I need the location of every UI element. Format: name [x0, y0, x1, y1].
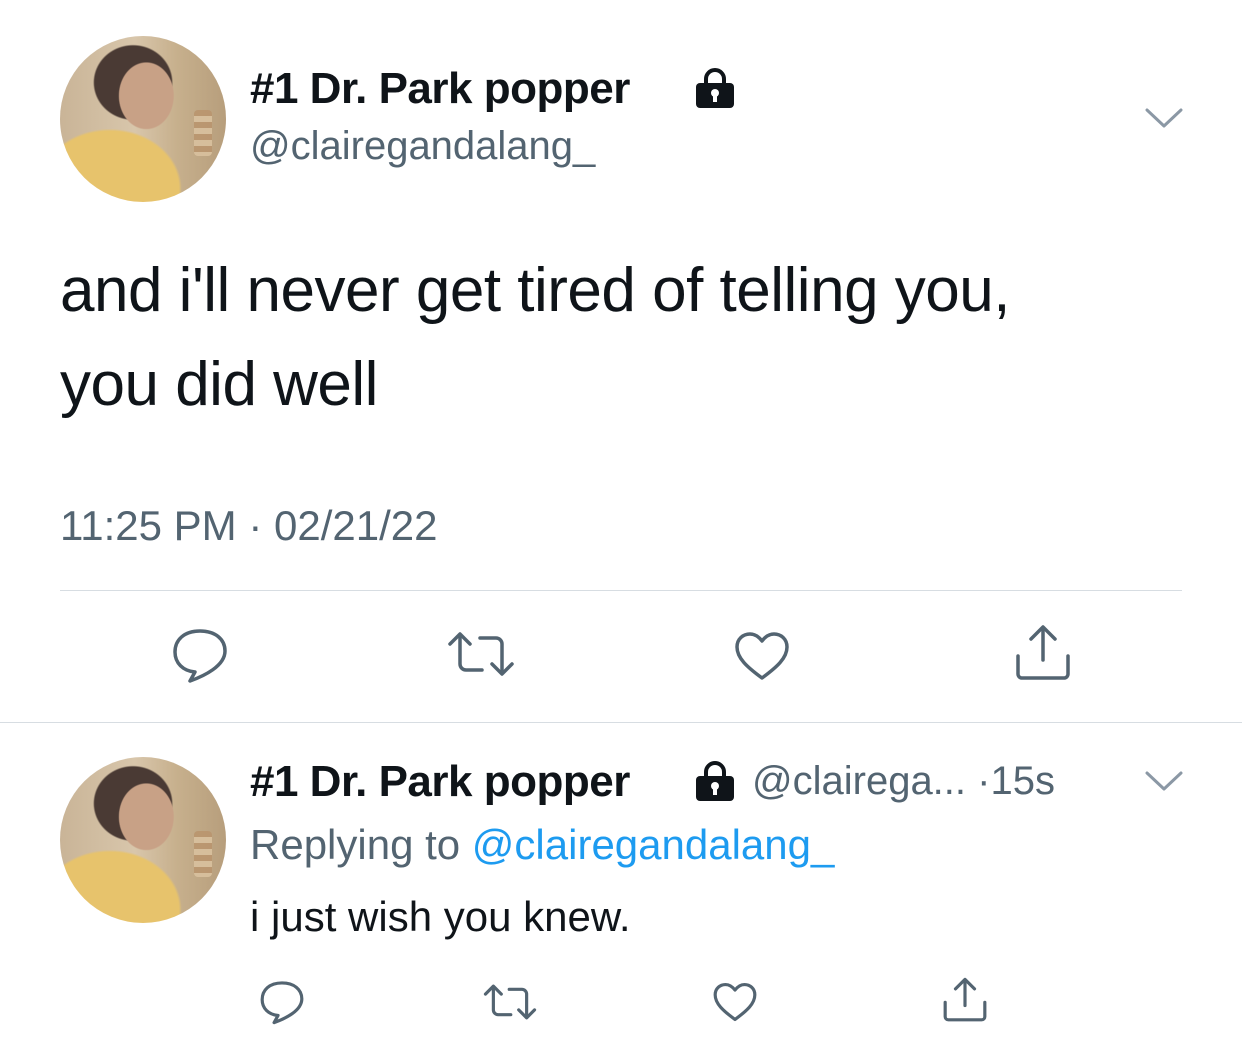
retweet-button[interactable]	[446, 630, 516, 678]
reply-tweet[interactable]: #1 Dr. Park popper @clairega... ·15s Rep…	[0, 723, 1242, 1055]
display-name[interactable]: #1 Dr. Park popper	[250, 64, 630, 113]
meta-separator: ·	[248, 502, 263, 549]
share-button[interactable]	[1014, 624, 1072, 682]
lock-icon	[692, 68, 738, 115]
reply-icon	[173, 629, 227, 683]
chevron-down-icon[interactable]	[1144, 104, 1184, 132]
meta-separator: ·	[977, 759, 991, 803]
reply-meta: @clairega... ·15s	[752, 759, 1055, 804]
author-name[interactable]: #1 Dr. Park popper	[250, 64, 630, 114]
avatar[interactable]	[60, 757, 226, 923]
avatar[interactable]	[60, 36, 226, 202]
tweet-text-line: and i'll never get tired of telling you,	[60, 256, 1010, 325]
main-tweet: #1 Dr. Park popper @clairegandalang_ and…	[0, 0, 1242, 722]
replying-to: Replying to @clairegandalang_	[250, 821, 834, 869]
chevron-down-icon[interactable]	[1144, 767, 1184, 795]
tweet-time: 11:25 PM	[60, 502, 237, 549]
share-icon	[1016, 625, 1070, 680]
replying-to-handle[interactable]: @clairegandalang_	[472, 821, 835, 868]
divider	[60, 590, 1182, 591]
like-icon	[735, 632, 789, 680]
retweet-icon	[448, 632, 514, 676]
retweet-button[interactable]	[482, 983, 538, 1021]
tweet-date: 02/21/22	[274, 502, 438, 549]
replying-to-label: Replying to	[250, 821, 461, 868]
like-button[interactable]	[733, 630, 791, 682]
tweet-age[interactable]: 15s	[990, 759, 1055, 803]
reply-icon	[260, 981, 304, 1025]
tweet-timestamp[interactable]: 11:25 PM · 02/21/22	[60, 502, 438, 550]
reply-button[interactable]	[170, 626, 230, 684]
reply-button[interactable]	[258, 979, 306, 1025]
like-icon	[713, 982, 757, 1022]
retweet-icon	[483, 984, 537, 1020]
tweet-text: i just wish you knew.	[250, 893, 631, 940]
tweet-text: and i'll never get tired of telling you,…	[60, 244, 1180, 432]
display-name[interactable]: #1 Dr. Park popper	[250, 757, 630, 807]
share-icon	[943, 977, 987, 1022]
author-handle[interactable]: @clairega...	[752, 759, 966, 803]
like-button[interactable]	[712, 981, 758, 1023]
lock-icon	[692, 761, 738, 808]
share-button[interactable]	[942, 977, 988, 1023]
author-handle[interactable]: @clairegandalang_	[250, 124, 595, 169]
tweet-text-line: you did well	[60, 350, 378, 419]
